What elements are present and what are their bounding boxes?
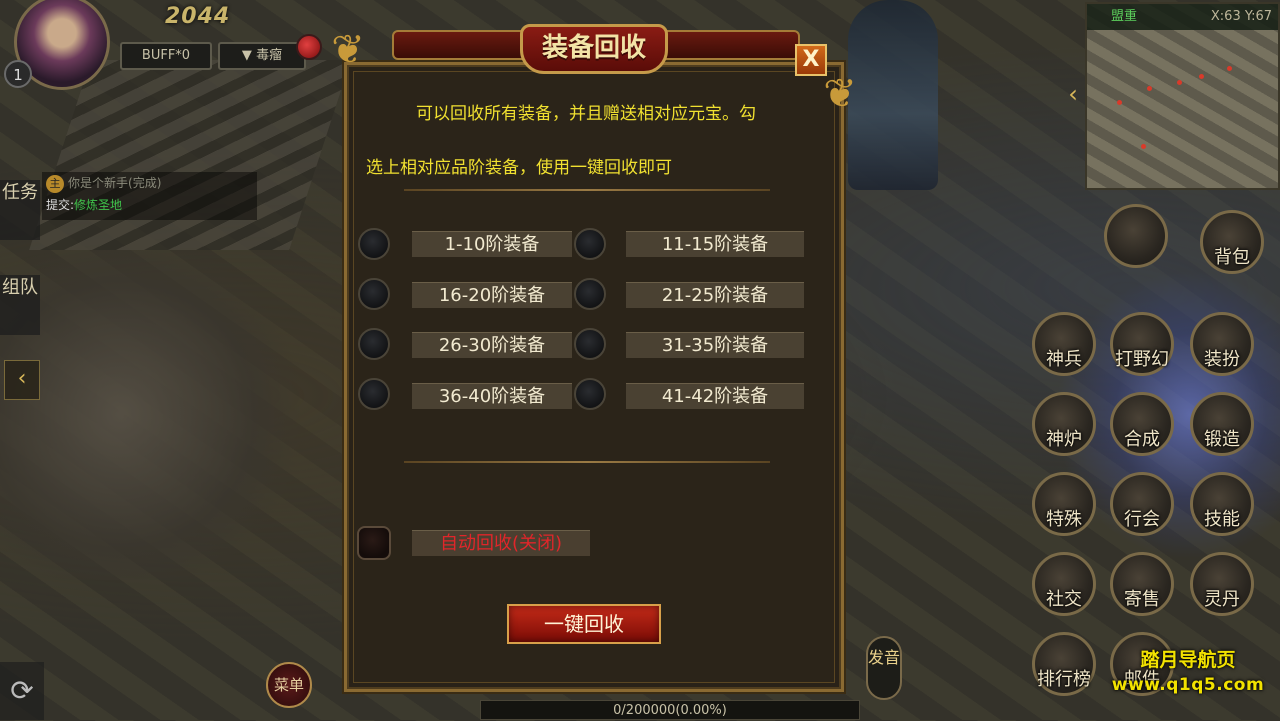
elixir-label: 灵丹: [1204, 589, 1240, 610]
speak-label: 发音: [868, 648, 901, 667]
minimap-header: 盟重 X:63 Y:67: [1087, 4, 1278, 30]
consignment-button[interactable]: 寄售: [1110, 552, 1174, 616]
quest-submit-target[interactable]: 修炼圣地: [74, 198, 122, 212]
ranking-button[interactable]: 排行榜: [1032, 632, 1096, 696]
divine-furnace-label: 神炉: [1046, 429, 1082, 450]
minimap-marker: [1227, 66, 1232, 71]
social-label: 社交: [1046, 589, 1082, 610]
ranking-label: 排行榜: [1037, 669, 1091, 690]
guild-button[interactable]: 行会: [1110, 472, 1174, 536]
divine-weapon-button[interactable]: 神兵: [1032, 312, 1096, 376]
tier-label-36-40[interactable]: 36-40阶装备: [412, 383, 572, 409]
tier-checkbox-11-15[interactable]: [574, 228, 606, 260]
quest-title: 你是个新手: [68, 176, 129, 190]
divine-weapon-label: 神兵: [1046, 349, 1082, 370]
description-line-2: 选上相对应品阶装备，使用一键回收即可: [366, 158, 672, 178]
forge-button[interactable]: 锻造: [1190, 392, 1254, 456]
tier-label-31-35[interactable]: 31-35阶装备: [626, 332, 804, 358]
minimap-coordinates: X:63 Y:67: [1210, 9, 1272, 24]
tier-label-41-42[interactable]: 41-42阶装备: [626, 383, 804, 409]
site-watermark: 踏月导航页 www.q1q5.com: [1098, 646, 1278, 696]
tier-label-21-25[interactable]: 21-25阶装备: [626, 282, 804, 308]
tier-checkbox-16-20[interactable]: [358, 278, 390, 310]
menu-button[interactable]: 菜单: [266, 662, 312, 708]
minimap-marker: [1117, 100, 1122, 105]
consignment-label: 寄售: [1124, 589, 1160, 610]
tier-checkbox-31-35[interactable]: [574, 328, 606, 360]
tab-team[interactable]: 组队: [0, 275, 40, 335]
buff-button[interactable]: BUFF*0: [120, 42, 212, 70]
special-button[interactable]: 特殊: [1032, 472, 1096, 536]
skills-label: 技能: [1204, 509, 1240, 530]
dialog-title: 装备回收: [520, 24, 668, 74]
minimap-toggle-icon[interactable]: ‹: [1060, 70, 1086, 118]
minimap-marker: [1199, 74, 1204, 79]
divider-bottom: [404, 461, 770, 463]
quest-title-row: 主你是个新手(完成): [42, 172, 257, 194]
divider-top: [404, 189, 770, 191]
costume-label: 装扮: [1204, 349, 1240, 370]
minimap-map-name: 盟重: [1111, 9, 1138, 24]
background-rubble: [0, 250, 300, 580]
speak-button[interactable]: 发音: [866, 636, 902, 700]
close-button[interactable]: X: [795, 44, 827, 76]
tier-checkbox-36-40[interactable]: [358, 378, 390, 410]
one-click-recycle-button[interactable]: 一键回收: [507, 604, 661, 644]
tier-checkbox-1-10[interactable]: [358, 228, 390, 260]
auto-recycle-checkbox[interactable]: [357, 526, 391, 560]
refresh-icon[interactable]: ⟳: [0, 662, 44, 720]
bag-button[interactable]: 背包: [1200, 210, 1264, 274]
hunt-button[interactable]: 打野幻: [1110, 312, 1174, 376]
tab-tasks[interactable]: 任务: [0, 180, 40, 240]
quest-tracker[interactable]: 主你是个新手(完成) 提交:修炼圣地: [42, 172, 257, 220]
skills-button[interactable]: 技能: [1190, 472, 1254, 536]
notification-dot[interactable]: [296, 34, 322, 60]
main-quest-tag: 主: [46, 175, 64, 193]
watermark-title: 踏月导航页: [1140, 649, 1236, 671]
forge-label: 锻造: [1204, 429, 1240, 450]
auto-recycle-label[interactable]: 自动回收(关闭): [412, 530, 590, 556]
guild-label: 行会: [1124, 509, 1160, 530]
tier-label-26-30[interactable]: 26-30阶装备: [412, 332, 572, 358]
poison-label: 毒瘤: [256, 48, 283, 63]
dragon-ornament-left-icon: ❦: [331, 27, 365, 73]
tier-label-11-15[interactable]: 11-15阶装备: [626, 231, 804, 257]
minimap[interactable]: 盟重 X:63 Y:67: [1085, 2, 1280, 190]
watermark-url: www.q1q5.com: [1111, 675, 1265, 695]
description-line-1: 可以回收所有装备，并且赠送相对应元宝。勾: [416, 104, 756, 124]
poison-icon: ▼: [241, 48, 252, 63]
tier-label-1-10[interactable]: 1-10阶装备: [412, 231, 572, 257]
quest-submit-row: 提交:修炼圣地: [42, 194, 257, 216]
synthesis-button[interactable]: 合成: [1110, 392, 1174, 456]
special-label: 特殊: [1046, 509, 1082, 530]
tier-label-16-20[interactable]: 16-20阶装备: [412, 282, 572, 308]
synthesis-label: 合成: [1124, 429, 1160, 450]
social-button[interactable]: 社交: [1032, 552, 1096, 616]
minimap-marker: [1147, 86, 1152, 91]
treasure-bowl-button[interactable]: [1104, 204, 1168, 268]
player-power-text: 2044: [165, 4, 231, 29]
bag-label: 背包: [1214, 247, 1250, 268]
tier-checkbox-21-25[interactable]: [574, 278, 606, 310]
quest-status: (完成): [128, 176, 162, 190]
experience-bar: 0/200000(0.00%): [480, 700, 860, 720]
poison-status-button[interactable]: ▼ 毒瘤: [218, 42, 306, 70]
quest-submit-prefix: 提交:: [46, 198, 75, 212]
player-level-badge: 1: [4, 60, 32, 88]
elixir-button[interactable]: 灵丹: [1190, 552, 1254, 616]
minimap-marker: [1141, 144, 1146, 149]
minimap-marker: [1177, 80, 1182, 85]
background-wall: [29, 60, 351, 250]
hunt-label: 打野幻: [1115, 349, 1169, 370]
collapse-arrow-icon[interactable]: ‹: [4, 360, 40, 400]
tier-checkbox-26-30[interactable]: [358, 328, 390, 360]
tier-checkbox-41-42[interactable]: [574, 378, 606, 410]
costume-button[interactable]: 装扮: [1190, 312, 1254, 376]
divine-furnace-button[interactable]: 神炉: [1032, 392, 1096, 456]
